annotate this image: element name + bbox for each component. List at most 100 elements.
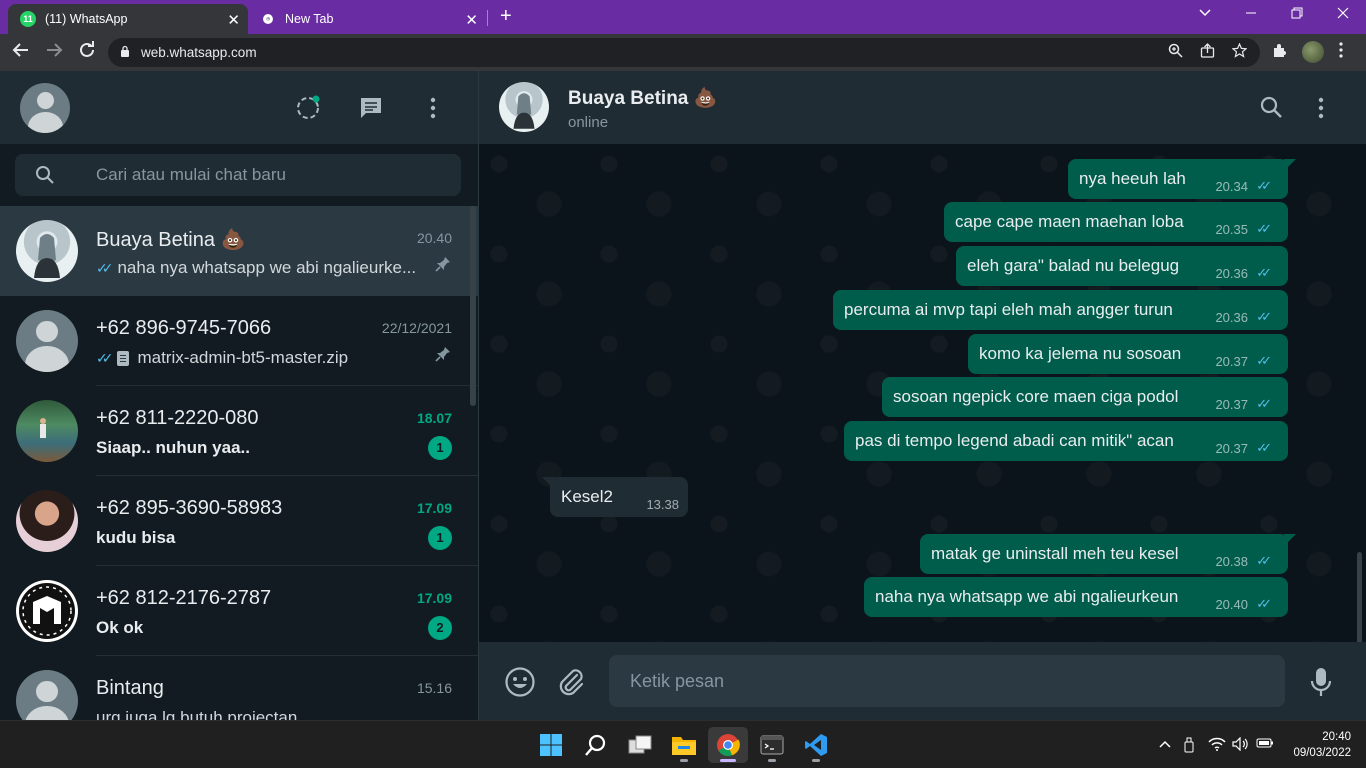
profile-avatar[interactable]: [1302, 41, 1324, 63]
read-ticks-icon: ✓✓: [1256, 440, 1272, 455]
chrome-favicon-icon: [260, 11, 276, 27]
chat-item-6289536905898[interactable]: +62 895-3690-58983 17.09 kudu bisa 1: [0, 476, 478, 566]
message-text: percuma ai mvp tapi eleh mah angger turu…: [844, 300, 1173, 319]
search-icon[interactable]: [576, 727, 616, 763]
read-ticks-icon: ✓✓: [96, 349, 114, 366]
tray-overflow-chevron-icon[interactable]: [1158, 737, 1172, 754]
message-outgoing[interactable]: naha nya whatsapp we abi ngalieurkeun 20…: [864, 577, 1288, 617]
tab-close-icon[interactable]: ✕: [227, 11, 240, 29]
running-indicator: [680, 759, 688, 762]
search-input[interactable]: [96, 154, 446, 196]
chat-name: Buaya Betina 💩: [96, 229, 246, 251]
menu-icon[interactable]: [427, 95, 439, 126]
message-outgoing[interactable]: komo ka jelema nu sosoan 20.37 ✓✓: [968, 334, 1288, 374]
tab-search-chevron-icon[interactable]: [1198, 6, 1212, 23]
my-avatar[interactable]: [20, 83, 70, 133]
chat-item-bintang[interactable]: Bintang 15.16 urg juga lg butuh projecta…: [0, 656, 478, 720]
chat-preview-text: kudu bisa: [96, 528, 176, 547]
message-time: 20.36: [1215, 310, 1248, 325]
search-box: [15, 154, 461, 196]
message-text: komo ka jelema nu sosoan: [979, 344, 1182, 363]
read-ticks-icon: ✓✓: [1256, 309, 1272, 324]
chat-item-buaya-betina[interactable]: Buaya Betina 💩 20.40 ✓✓ naha nya whatsap…: [0, 206, 478, 296]
microphone-icon[interactable]: [1309, 666, 1333, 703]
message-outgoing[interactable]: nya heeuh lah 20.34 ✓✓: [1068, 159, 1288, 199]
chat-preview: kudu bisa: [96, 528, 426, 548]
browser-menu-icon[interactable]: [1338, 42, 1344, 63]
new-chat-icon[interactable]: [358, 95, 384, 126]
message-time: 20.37: [1215, 441, 1248, 456]
start-button-icon[interactable]: [531, 727, 571, 763]
attach-clip-icon[interactable]: [556, 666, 586, 703]
message-text: matak ge uninstall meh teu kesel: [931, 544, 1179, 563]
conversation-scrollbar[interactable]: [1357, 552, 1362, 642]
whatsapp-app: Buaya Betina 💩 20.40 ✓✓ naha nya whatsap…: [0, 71, 1366, 720]
usb-device-icon[interactable]: [1183, 737, 1195, 756]
lock-icon: [121, 45, 129, 57]
bookmark-star-icon[interactable]: [1231, 42, 1248, 62]
chrome-taskbar-icon[interactable]: [708, 727, 748, 763]
contact-avatar: [16, 400, 78, 462]
message-list: nya heeuh lah 20.34 ✓✓ cape cape maen ma…: [479, 144, 1366, 642]
conversation-header[interactable]: Buaya Betina 💩 online: [479, 71, 1366, 144]
vscode-icon[interactable]: [796, 727, 836, 763]
window-close-icon[interactable]: [1337, 6, 1349, 23]
address-bar[interactable]: web.whatsapp.com: [108, 38, 1260, 67]
message-text: cape cape maen maehan loba: [955, 212, 1184, 231]
message-outgoing[interactable]: percuma ai mvp tapi eleh mah angger turu…: [833, 290, 1288, 330]
message-outgoing[interactable]: cape cape maen maehan loba 20.35 ✓✓: [944, 202, 1288, 242]
message-incoming[interactable]: Kesel2 13.38: [550, 477, 688, 517]
chat-time: 17.09: [416, 500, 452, 516]
reload-icon[interactable]: [78, 41, 96, 64]
unread-badge: 2: [428, 616, 452, 640]
forward-arrow-icon[interactable]: [45, 41, 63, 64]
message-outgoing[interactable]: pas di tempo legend abadi can mitik" aca…: [844, 421, 1288, 461]
message-outgoing[interactable]: matak ge uninstall meh teu kesel 20.38 ✓…: [920, 534, 1288, 574]
tab-new-tab[interactable]: New Tab ✕: [250, 4, 486, 34]
message-text: nya heeuh lah: [1079, 169, 1186, 188]
menu-icon[interactable]: [1315, 95, 1327, 126]
running-indicator: [720, 759, 736, 762]
extensions-puzzle-icon[interactable]: [1272, 42, 1288, 63]
sidebar-scrollbar[interactable]: [470, 206, 476, 406]
chat-preview: Ok ok: [96, 618, 426, 638]
contact-avatar: [16, 310, 78, 372]
message-outgoing[interactable]: eleh gara" balad nu belegug 20.36 ✓✓: [956, 246, 1288, 286]
system-clock[interactable]: 20:40 09/03/2022: [1293, 729, 1351, 761]
volume-icon[interactable]: [1232, 736, 1250, 754]
zoom-icon[interactable]: [1168, 43, 1183, 62]
terminal-icon[interactable]: [752, 727, 792, 763]
read-ticks-icon: ✓✓: [1256, 596, 1272, 611]
pin-icon: [434, 255, 452, 278]
chat-time: 20.40: [416, 230, 452, 246]
search-icon[interactable]: [35, 165, 55, 190]
tab-close-icon[interactable]: ✕: [465, 11, 478, 29]
share-icon[interactable]: [1200, 43, 1215, 62]
contact-avatar[interactable]: [499, 82, 549, 132]
back-arrow-icon[interactable]: [12, 41, 30, 64]
chat-item-6281221762787[interactable]: +62 812-2176-2787 17.09 Ok ok 2: [0, 566, 478, 656]
wifi-icon[interactable]: [1208, 737, 1226, 754]
chat-time: 22/12/2021: [381, 320, 452, 336]
battery-icon[interactable]: [1256, 737, 1274, 752]
message-input[interactable]: [609, 655, 1285, 707]
task-view-icon[interactable]: [620, 727, 660, 763]
minimize-icon[interactable]: [1245, 6, 1257, 23]
message-outgoing[interactable]: sosoan ngepick core maen ciga podol 20.3…: [882, 377, 1288, 417]
status-icon[interactable]: [295, 95, 321, 126]
contact-avatar: [16, 670, 78, 720]
search-icon[interactable]: [1259, 95, 1283, 124]
chat-item-628112220080[interactable]: +62 811-2220-080 18.07 Siaap.. nuhun yaa…: [0, 386, 478, 476]
message-time: 20.34: [1215, 179, 1248, 194]
message-text: eleh gara" balad nu belegug: [967, 256, 1180, 275]
message-composer: [479, 642, 1366, 720]
tab-divider: [487, 10, 488, 26]
file-explorer-icon[interactable]: [664, 727, 704, 763]
emoji-icon[interactable]: [504, 666, 536, 703]
tab-whatsapp[interactable]: 11 (11) WhatsApp ✕: [8, 4, 248, 34]
contact-avatar: [16, 580, 78, 642]
chat-item-628969745706[interactable]: +62 896-9745-7066 22/12/2021 ✓✓ matrix-a…: [0, 296, 478, 386]
restore-icon[interactable]: [1291, 6, 1303, 23]
unread-badge: 1: [428, 436, 452, 460]
new-tab-plus-icon[interactable]: +: [500, 5, 512, 28]
